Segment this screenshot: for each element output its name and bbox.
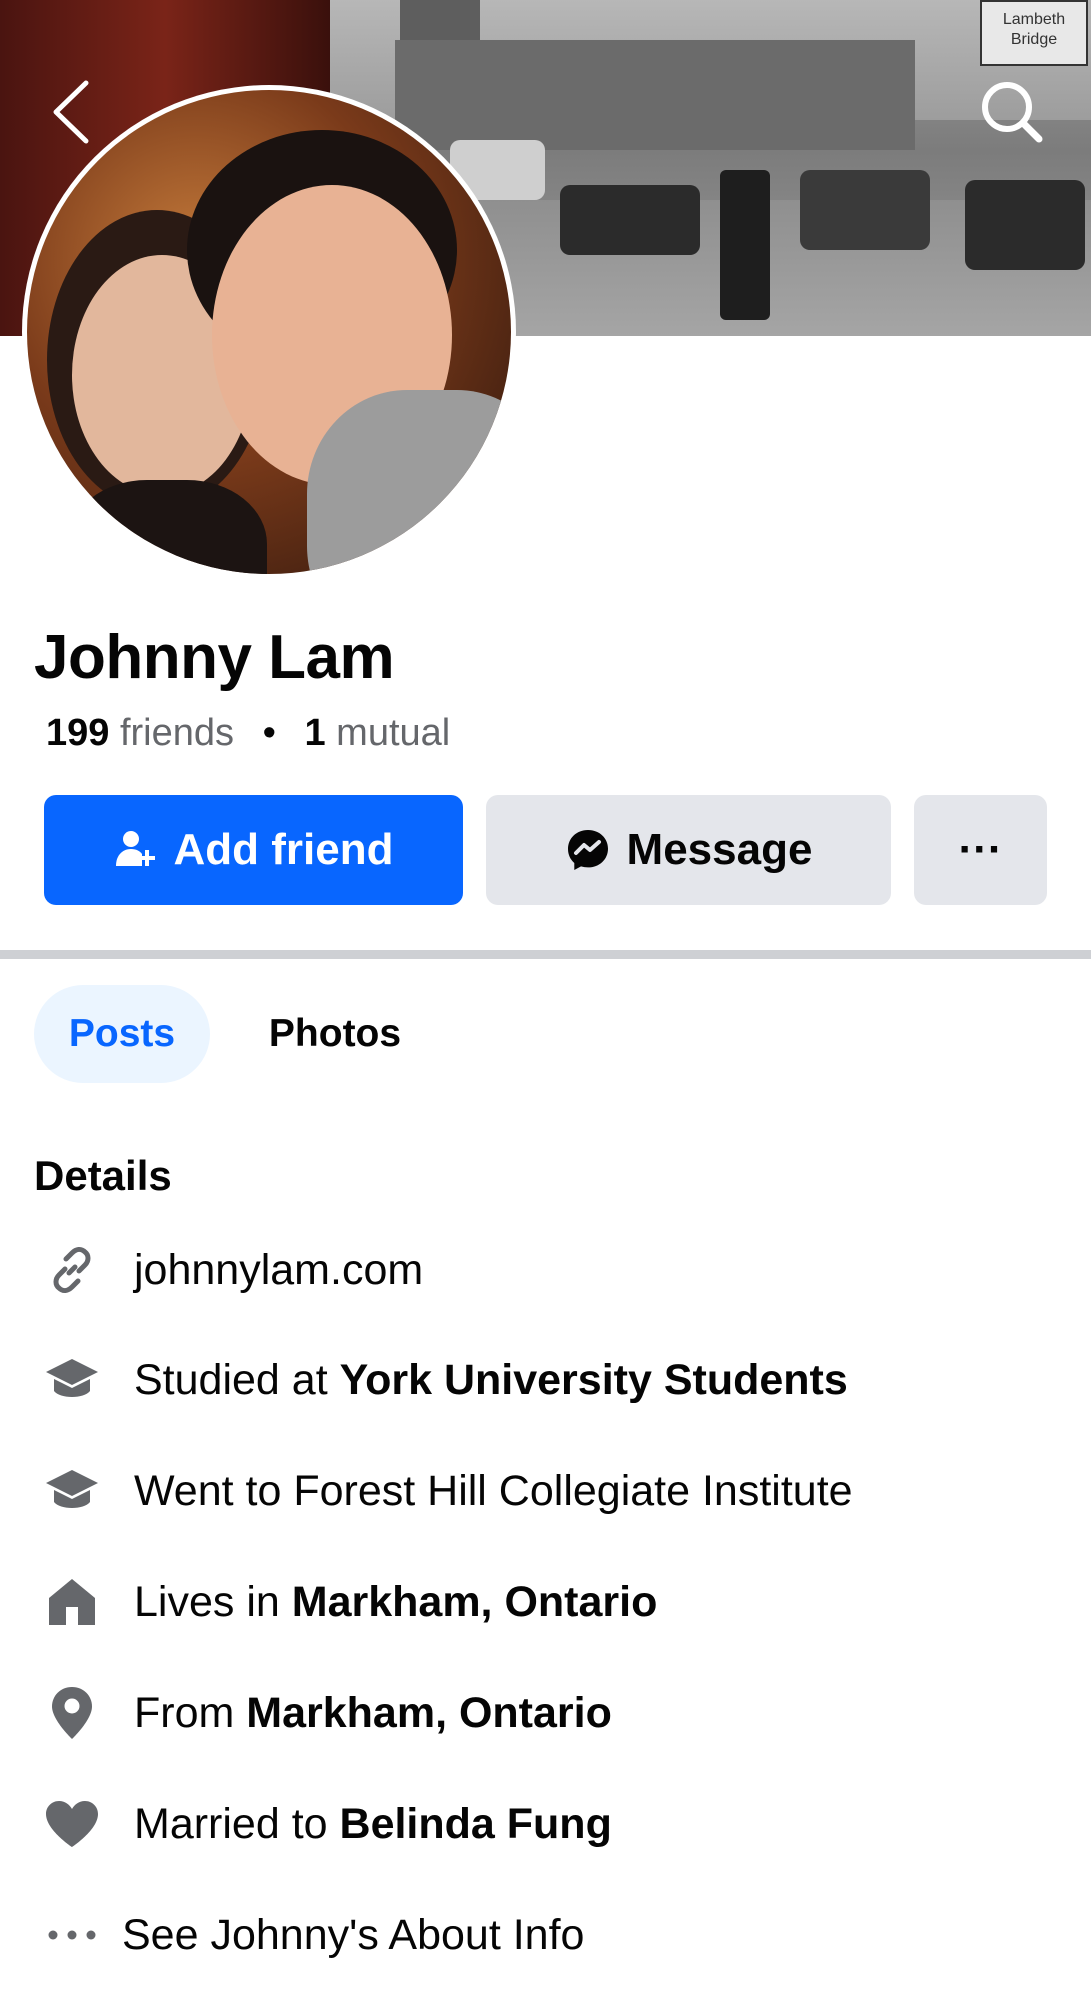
heart-icon bbox=[46, 1801, 98, 1847]
detail-from: From Markham, Ontario bbox=[0, 1673, 1091, 1753]
house-icon bbox=[49, 1579, 95, 1625]
profile-name: Johnny Lam bbox=[34, 623, 395, 692]
message-button[interactable]: Message bbox=[486, 795, 891, 905]
photo-shirt-left bbox=[67, 480, 267, 574]
married-prefix: Married to bbox=[134, 1799, 340, 1848]
section-divider bbox=[0, 950, 1091, 959]
cover-building bbox=[395, 40, 915, 150]
friends-label: friends bbox=[119, 712, 235, 754]
add-friend-label: Add friend bbox=[173, 825, 394, 874]
mutual-label: mutual bbox=[336, 712, 451, 754]
from-location[interactable]: Markham, Ontario bbox=[246, 1689, 612, 1737]
friend-stats[interactable]: 199 friends • 1 mutual bbox=[46, 712, 450, 755]
more-options-label: ··· bbox=[958, 825, 1003, 874]
cover-car bbox=[965, 180, 1085, 270]
detail-lives-in: Lives in Markham, Ontario bbox=[0, 1562, 1091, 1642]
studied-prefix: Studied at bbox=[134, 1355, 340, 1404]
add-person-icon bbox=[115, 831, 155, 866]
back-arrow-icon bbox=[53, 80, 89, 144]
from-prefix: From bbox=[134, 1688, 247, 1737]
see-about-info-text[interactable]: See Johnny's About Info bbox=[122, 1911, 584, 1960]
details-heading: Details bbox=[34, 1152, 172, 1199]
cover-person bbox=[720, 170, 770, 320]
profile-picture[interactable] bbox=[22, 85, 516, 579]
add-friend-button[interactable]: Add friend bbox=[44, 795, 463, 905]
search-icon bbox=[982, 82, 1043, 143]
sign-text-line-2: Bridge bbox=[1010, 31, 1058, 48]
detail-went-to: Went to Forest Hill Collegiate Institute bbox=[0, 1451, 1091, 1531]
lives-prefix: Lives in bbox=[134, 1577, 292, 1626]
studied-school[interactable]: York University Students bbox=[340, 1356, 848, 1404]
lives-location[interactable]: Markham, Ontario bbox=[292, 1578, 658, 1626]
message-label: Message bbox=[626, 825, 813, 874]
profile-photo bbox=[27, 90, 511, 574]
mutual-count: 1 bbox=[304, 712, 326, 754]
website-text[interactable]: johnnylam.com bbox=[134, 1246, 423, 1295]
back-button[interactable] bbox=[30, 72, 110, 152]
photo-shirt bbox=[307, 390, 511, 574]
tab-posts[interactable]: Posts bbox=[34, 985, 210, 1083]
see-about-info-link[interactable]: See Johnny's About Info bbox=[0, 1895, 1091, 1975]
cover-car bbox=[800, 170, 930, 250]
went-to-text: Went to Forest Hill Collegiate Institute bbox=[134, 1466, 853, 1515]
detail-website[interactable]: johnnylam.com bbox=[0, 1230, 1091, 1310]
link-icon bbox=[53, 1247, 91, 1293]
cover-car bbox=[560, 185, 700, 255]
more-dots-icon bbox=[48, 1930, 96, 1940]
more-options-button[interactable]: ··· bbox=[914, 795, 1047, 905]
graduation-cap-icon bbox=[46, 1359, 98, 1397]
detail-married-to: Married to Belinda Fung bbox=[0, 1784, 1091, 1864]
spouse-name[interactable]: Belinda Fung bbox=[340, 1800, 612, 1848]
sign-text-line-1: Lambeth bbox=[1002, 11, 1066, 28]
detail-studied-at: Studied at York University Students bbox=[0, 1340, 1091, 1420]
messenger-icon bbox=[567, 830, 608, 870]
location-pin-icon bbox=[52, 1687, 92, 1739]
cover-street-sign: Lambeth Bridge bbox=[980, 0, 1088, 66]
graduation-cap-icon bbox=[46, 1470, 98, 1508]
friends-count: 199 bbox=[46, 712, 110, 754]
separator-dot: • bbox=[262, 712, 276, 754]
search-button[interactable] bbox=[972, 72, 1052, 152]
tab-photos[interactable]: Photos bbox=[240, 985, 430, 1083]
